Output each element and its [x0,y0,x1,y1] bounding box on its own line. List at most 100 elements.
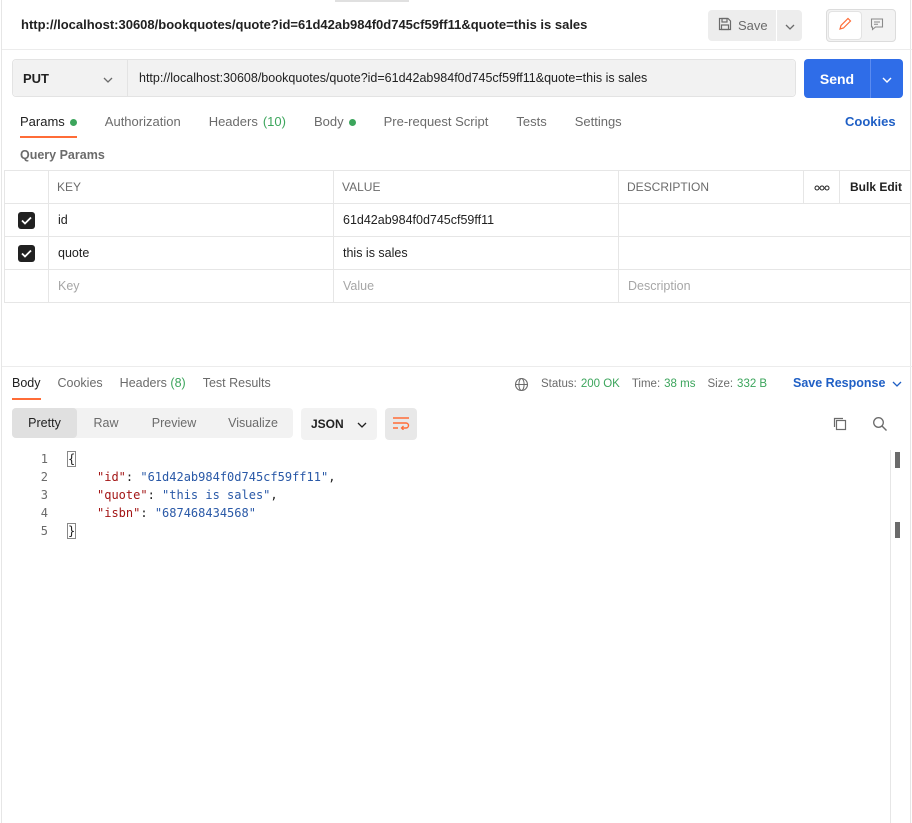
checkbox-header [4,170,49,204]
url-input[interactable] [128,60,795,96]
line-number: 5 [40,524,48,538]
scrollbar-marker-bottom [895,522,900,538]
edit-mode-button[interactable] [829,12,861,39]
copy-icon[interactable] [832,416,848,435]
size-value[interactable]: 332 B [737,378,767,390]
tab-authorization[interactable]: Authorization [105,114,181,138]
format-raw[interactable]: Raw [77,408,135,438]
globe-icon[interactable] [514,377,529,392]
language-select[interactable]: JSON [301,408,377,440]
key-placeholder[interactable]: Key [48,269,334,303]
save-group: Save [708,10,802,41]
code-line: 3 "quote": "this is sales", [2,486,890,504]
param-description[interactable] [618,236,911,270]
description-placeholder[interactable]: Description [618,269,911,303]
code-text: } [66,523,77,539]
search-icon[interactable] [872,416,888,435]
request-title[interactable]: http://localhost:30608/bookquotes/quote?… [21,17,587,32]
code-text: { [66,451,77,467]
save-label: Save [738,18,768,33]
value-column-header: VALUE [333,170,619,204]
save-button[interactable]: Save [708,10,776,41]
tab-label: Authorization [104,114,181,129]
param-description[interactable] [618,203,911,237]
tab-label: Headers [119,376,167,390]
json-value: "this is sales" [162,488,271,502]
save-icon [718,17,732,34]
status-dot [348,119,356,126]
line-number: 1 [40,452,48,466]
time-label: Time: [631,378,661,390]
row-checkbox-cell [4,236,49,270]
comments-mode-button[interactable] [861,12,893,39]
format-preview[interactable]: Preview [135,408,213,438]
tab-body[interactable]: Body [314,114,356,138]
description-column-header: DESCRIPTION [618,170,804,204]
tab-settings[interactable]: Settings [575,114,622,138]
tab-pre-request-script[interactable]: Pre-request Script [384,114,489,138]
chevron-down-icon [103,71,113,86]
code-line: 5 } [2,522,890,540]
response-tab-body[interactable]: Body [12,376,41,400]
param-value[interactable]: 61d42ab984f0d745cf59ff11 [333,203,619,237]
send-options-button[interactable] [870,59,903,98]
tab-headers[interactable]: Headers (10) [209,114,286,138]
url-bar: PUT [12,59,796,97]
tab-label: Body [313,114,344,129]
save-options-button[interactable] [777,10,802,41]
send-button[interactable]: Send [804,59,870,98]
tab-params[interactable]: Params [20,114,77,138]
tab-tests[interactable]: Tests [516,114,546,138]
bulk-edit-button[interactable]: Bulk Edit [839,170,911,204]
format-pretty[interactable]: Pretty [12,408,77,438]
save-response-button[interactable]: Save Response [793,376,902,390]
format-visualize[interactable]: Visualize [213,408,293,438]
app-frame: http://localhost:30608/bookquotes/quote?… [1,0,912,823]
response-tab-test-results[interactable]: Test Results [203,376,271,400]
response-status: Status: 200 OK Time: 38 ms Size: 332 B [514,376,767,392]
cookies-link[interactable]: Cookies [845,114,896,129]
editor-scrollbar-track[interactable] [890,450,891,823]
code-line: 2 "id": "61d42ab984f0d745cf59ff11", [2,468,890,486]
response-body-viewer[interactable]: 1 { 2 "id": "61d42ab984f0d745cf59ff11", … [2,450,890,540]
key-column-header: KEY [48,170,334,204]
send-group: Send [804,59,903,98]
param-key[interactable]: quote [48,236,334,270]
more-horizontal-icon [814,180,830,194]
time-value[interactable]: 38 ms [664,378,695,390]
json-key: "id" [97,470,126,484]
code-text: "isbn": "687468434568" [97,506,256,520]
value-placeholder[interactable]: Value [333,269,619,303]
param-key[interactable]: id [48,203,334,237]
json-value: "61d42ab984f0d745cf59ff11" [140,470,329,484]
row-checkbox[interactable] [18,244,35,262]
comment-icon [870,17,884,34]
json-value: "687468434568" [154,506,256,520]
body-format-tabs: Pretty Raw Preview Visualize [12,408,293,438]
headers-count: (10) [262,114,286,129]
response-tab-headers[interactable]: Headers (8) [120,376,186,400]
chevron-down-icon [892,376,902,390]
json-trail: , [270,488,278,502]
pencil-icon [838,17,852,34]
response-tab-cookies[interactable]: Cookies [58,376,103,400]
line-number: 4 [40,506,48,520]
json-key: "isbn" [97,506,141,520]
method-select[interactable]: PUT [13,60,128,96]
request-tabs: Params Authorization Headers (10) Body P… [20,114,650,138]
row-checkbox[interactable] [18,211,35,229]
tab-label: Pre-request Script [383,114,489,129]
status-value[interactable]: 200 OK [581,378,620,390]
method-label: PUT [23,70,49,86]
chevron-down-icon [357,417,367,431]
more-options-button[interactable] [803,170,840,204]
chevron-down-icon [785,18,795,33]
wrap-lines-button[interactable] [385,408,417,440]
request-title-bar: http://localhost:30608/bookquotes/quote?… [2,0,912,50]
param-value[interactable]: this is sales [333,236,619,270]
code-line: 4 "isbn": "687468434568" [2,504,890,522]
view-mode-toggle [826,9,896,42]
chevron-down-icon [882,71,892,86]
language-label: JSON [311,417,344,431]
status-dot [69,119,77,126]
